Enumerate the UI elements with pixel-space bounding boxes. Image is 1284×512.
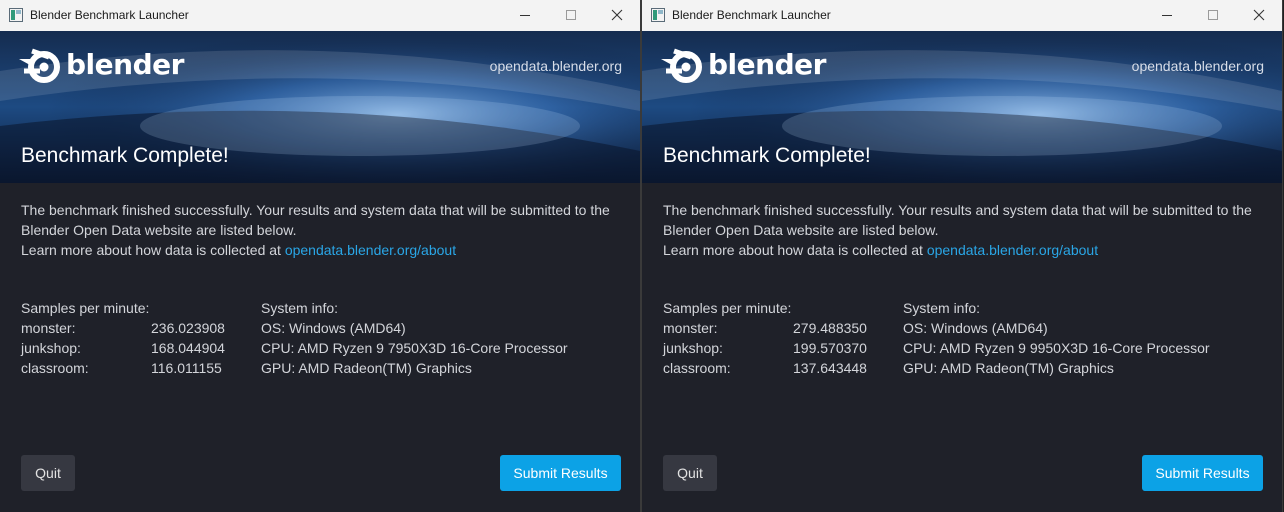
benchmark-window-right: Blender Benchmark Launcher blender opend… [642, 0, 1282, 512]
benchmark-window-left: Blender Benchmark Launcher blender opend… [0, 0, 640, 512]
title-bar[interactable]: Blender Benchmark Launcher [0, 0, 640, 31]
scene-score: 236.023908 [151, 320, 225, 336]
opendata-site-link[interactable]: opendata.blender.org [1132, 58, 1264, 74]
scene-name: junkshop: [663, 340, 723, 356]
logo-text: blender [708, 48, 826, 81]
learn-more-text: Learn more about how data is collected a… [663, 242, 927, 258]
system-info-header: System info: [903, 300, 981, 316]
system-info-value: CPU: AMD Ryzen 9 9950X3D 16-Core Process… [903, 340, 1210, 356]
result-description: The benchmark finished successfully. You… [663, 200, 1263, 260]
maximize-icon[interactable] [548, 0, 594, 31]
description-line-1: The benchmark finished successfully. You… [21, 202, 610, 218]
samples-header: Samples per minute: [21, 300, 150, 316]
header-banner: blender opendata.blender.org Benchmark C… [0, 31, 640, 183]
window-title: Blender Benchmark Launcher [30, 8, 189, 22]
about-link[interactable]: opendata.blender.org/about [285, 242, 456, 258]
app-icon [9, 8, 23, 22]
description-line-2: Blender Open Data website are listed bel… [663, 222, 939, 238]
scene-score: 137.643448 [793, 360, 867, 376]
scene-name: monster: [663, 320, 718, 336]
system-info-value: GPU: AMD Radeon(TM) Graphics [261, 360, 472, 376]
close-icon[interactable] [594, 0, 640, 31]
system-info-header: System info: [261, 300, 339, 316]
logo-text: blender [66, 48, 184, 81]
submit-results-button[interactable]: Submit Results [1142, 455, 1263, 491]
scene-score: 279.488350 [793, 320, 867, 336]
scene-name: classroom: [21, 360, 89, 376]
maximize-icon[interactable] [1190, 0, 1236, 31]
samples-header: Samples per minute: [663, 300, 792, 316]
about-link[interactable]: opendata.blender.org/about [927, 242, 1098, 258]
scene-name: junkshop: [21, 340, 81, 356]
learn-more-line: Learn more about how data is collected a… [21, 240, 621, 260]
title-bar[interactable]: Blender Benchmark Launcher [642, 0, 1282, 31]
header-banner: blender opendata.blender.org Benchmark C… [642, 31, 1282, 183]
window-title: Blender Benchmark Launcher [672, 8, 831, 22]
quit-button[interactable]: Quit [663, 455, 717, 491]
learn-more-text: Learn more about how data is collected a… [21, 242, 285, 258]
system-info-value: CPU: AMD Ryzen 9 7950X3D 16-Core Process… [261, 340, 568, 356]
system-info-value: OS: Windows (AMD64) [903, 320, 1048, 336]
scene-score: 199.570370 [793, 340, 867, 356]
scene-name: classroom: [663, 360, 731, 376]
scene-score: 116.011155 [151, 360, 222, 376]
close-icon[interactable] [1236, 0, 1282, 31]
scene-score: 168.044904 [151, 340, 225, 356]
page-title: Benchmark Complete! [21, 144, 229, 167]
scene-name: monster: [21, 320, 76, 336]
page-title: Benchmark Complete! [663, 144, 871, 167]
description-line-1: The benchmark finished successfully. You… [663, 202, 1252, 218]
result-description: The benchmark finished successfully. You… [21, 200, 621, 260]
submit-results-button[interactable]: Submit Results [500, 455, 621, 491]
opendata-site-link[interactable]: opendata.blender.org [490, 58, 622, 74]
description-line-2: Blender Open Data website are listed bel… [21, 222, 297, 238]
system-info-value: OS: Windows (AMD64) [261, 320, 406, 336]
system-info-value: GPU: AMD Radeon(TM) Graphics [903, 360, 1114, 376]
app-icon [651, 8, 665, 22]
minimize-icon[interactable] [502, 0, 548, 31]
quit-button[interactable]: Quit [21, 455, 75, 491]
minimize-icon[interactable] [1144, 0, 1190, 31]
learn-more-line: Learn more about how data is collected a… [663, 240, 1263, 260]
